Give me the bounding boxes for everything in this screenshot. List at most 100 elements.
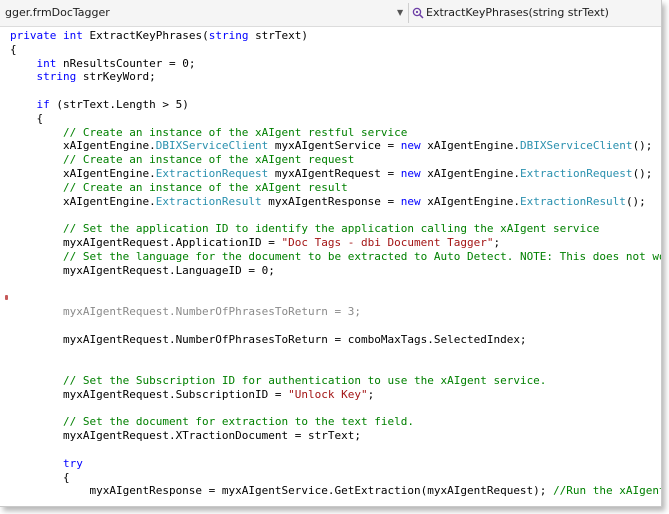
- code-line: string strKeyWord;: [10, 70, 156, 84]
- keyword: string: [208, 29, 256, 42]
- code-line: // Set the language for the document to …: [10, 250, 661, 264]
- code-text: myxAIgentRequest.ApplicationID =: [10, 236, 282, 249]
- comment: //Run the xAIgent Service: [553, 484, 661, 498]
- code-line: xAIgentEngine.ExtractionResult myxAIgent…: [10, 195, 646, 209]
- code-text: nResultsCounter = 0;: [63, 56, 196, 70]
- member-selector-label: ExtractKeyPhrases(string strText): [426, 6, 609, 19]
- code-line: myxAIgentRequest.XTractionDocument = str…: [10, 429, 361, 443]
- inactive-code: myxAIgentRequest.NumberOfPhrasesToReturn…: [62, 305, 361, 318]
- code-line: // Create an instance of the xAIgent res…: [10, 181, 348, 195]
- code-text: xAIgentEngine.: [427, 194, 520, 208]
- code-line: // Create an instance of the xAIgent req…: [10, 153, 354, 167]
- class-selector-label: gger.frmDocTagger: [5, 6, 110, 19]
- type-name: ExtractionRequest: [155, 167, 269, 180]
- code-line: myxAIgentRequest.NumberOfPhrasesToReturn…: [10, 333, 527, 347]
- code-line: // Set the Subscription ID for authentic…: [10, 374, 546, 388]
- method-icon: [412, 7, 424, 19]
- code-text: {: [10, 111, 44, 125]
- code-line: myxAIgentRequest.LanguageID = 0;: [10, 264, 275, 278]
- code-text: ();: [625, 194, 646, 208]
- code-text: myxAIgentRequest.NumberOfPhrasesToReturn…: [10, 332, 527, 346]
- code-text: xAIgentEngine.: [10, 139, 156, 153]
- code-text: myxAIgentService =: [268, 139, 401, 153]
- code-text: myxAIgentRequest.LanguageID = 0;: [10, 263, 275, 277]
- type-name: ExtractionRequest: [519, 167, 633, 180]
- keyword: string: [36, 70, 83, 84]
- code-line: xAIgentEngine.DBIXServiceClient myxAIgen…: [10, 139, 652, 153]
- code-line: myxAIgentResponse = myxAIgentService.Get…: [10, 484, 661, 498]
- navigation-bar: gger.frmDocTagger ▼ ExtractKeyPhrases(st…: [0, 0, 661, 27]
- code-line: {: [10, 471, 70, 485]
- keyword: try: [62, 456, 83, 470]
- comment: // Create an instance of the xAIgent res…: [62, 180, 348, 194]
- code-text: xAIgentEngine.: [427, 167, 520, 180]
- code-text: ;: [367, 387, 375, 401]
- code-text: myxAIgentRequest.XTractionDocument = str…: [10, 429, 361, 443]
- code-text: xAIgentEngine.: [10, 194, 156, 208]
- type-name: ExtractionResult: [519, 194, 626, 208]
- code-line: {: [10, 43, 17, 57]
- comment: // Set the Subscription ID for authentic…: [62, 374, 547, 387]
- code-text: xAIgentEngine.: [427, 139, 520, 153]
- type-name: DBIXServiceClient: [519, 139, 633, 153]
- code-line: // Set the document for extraction to th…: [10, 415, 414, 429]
- code-line: // Create an instance of the xAIgent res…: [10, 126, 407, 140]
- code-line: try: [10, 457, 83, 471]
- keyword: int: [36, 56, 63, 70]
- code-line: int nResultsCounter = 0;: [10, 56, 196, 71]
- code-text: strKeyWord;: [82, 70, 156, 84]
- breakpoint-marker: [5, 295, 8, 300]
- code-text: ();: [632, 139, 653, 153]
- code-text: ;: [493, 236, 501, 249]
- code-text: ();: [632, 167, 653, 180]
- keyword: private int: [10, 29, 90, 42]
- code-text: myxAIgentResponse = myxAIgentService.Get…: [10, 484, 554, 498]
- dropdown-arrow-icon: ▼: [397, 8, 404, 17]
- code-line: if (strText.Length > 5): [10, 98, 189, 112]
- keyword: new: [400, 194, 428, 208]
- string-literal: "Unlock Key": [288, 387, 368, 401]
- code-line: private int ExtractKeyPhrases(string str…: [10, 29, 308, 43]
- code-text: {: [10, 470, 70, 484]
- keyword: if: [36, 98, 57, 111]
- string-literal: "Doc Tags - dbi Document Tagger": [281, 236, 494, 249]
- class-selector-dropdown[interactable]: gger.frmDocTagger ▼: [0, 0, 408, 26]
- code-text: strText): [255, 29, 309, 42]
- comment: // Set the language for the document to …: [62, 249, 661, 263]
- code-line: myxAIgentRequest.ApplicationID = "Doc Ta…: [10, 236, 500, 250]
- code-line: // Set the application ID to identify th…: [10, 222, 599, 236]
- type-name: DBIXServiceClient: [155, 139, 269, 153]
- code-line: myxAIgentRequest.SubscriptionID = "Unloc…: [10, 388, 374, 402]
- code-text: {: [10, 42, 17, 56]
- code-text: myxAIgentResponse =: [261, 194, 401, 208]
- code-line: {: [10, 112, 43, 126]
- code-area[interactable]: private int ExtractKeyPhrases(string str…: [0, 27, 661, 506]
- keyword: new: [400, 167, 428, 180]
- member-selector-dropdown[interactable]: ExtractKeyPhrases(string strText): [410, 0, 661, 26]
- type-name: ExtractionResult: [155, 194, 262, 208]
- comment: // Set the application ID to identify th…: [62, 222, 600, 236]
- code-text: xAIgentEngine.: [10, 167, 156, 180]
- comment: // Set the document for extraction to th…: [62, 415, 414, 429]
- navbar-divider: [408, 3, 409, 23]
- code-text: myxAIgentRequest.SubscriptionID =: [10, 387, 289, 401]
- comment: // Create an instance of the xAIgent res…: [62, 125, 408, 139]
- code-text: ExtractKeyPhrases(: [89, 29, 209, 42]
- keyword: new: [400, 139, 428, 153]
- code-text: (strText.Length > 5): [56, 98, 189, 111]
- code-line: xAIgentEngine.ExtractionRequest myxAIgen…: [10, 167, 652, 181]
- code-text: myxAIgentRequest =: [268, 167, 401, 180]
- comment: // Create an instance of the xAIgent req…: [62, 153, 355, 167]
- code-line: myxAIgentRequest.NumberOfPhrasesToReturn…: [10, 305, 361, 319]
